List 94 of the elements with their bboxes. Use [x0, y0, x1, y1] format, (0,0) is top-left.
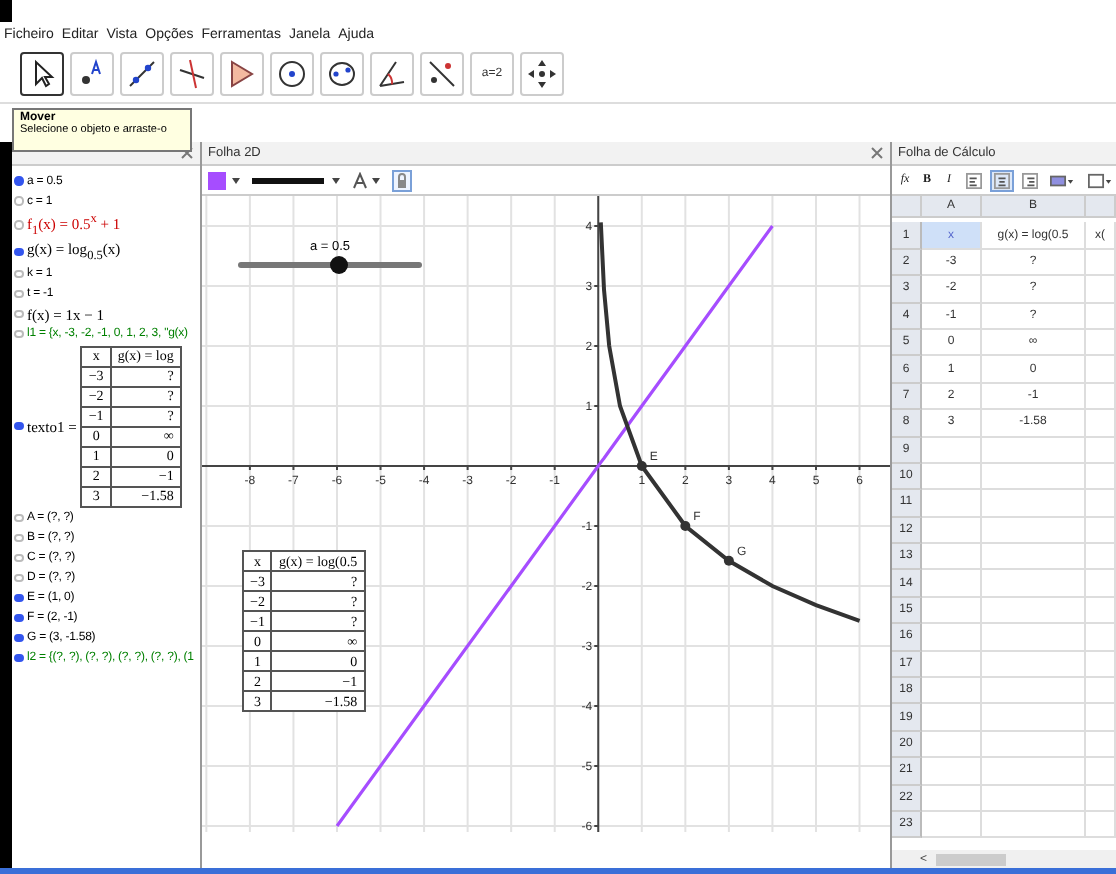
tool-button[interactable] — [20, 52, 64, 96]
spreadsheet-cell[interactable] — [1086, 624, 1116, 652]
visibility-toggle[interactable] — [14, 220, 23, 230]
spreadsheet-cell[interactable] — [982, 437, 1086, 464]
visibility-toggle[interactable] — [14, 329, 23, 339]
spreadsheet-cell[interactable] — [922, 704, 982, 732]
spreadsheet-cell[interactable] — [982, 731, 1086, 759]
align-right-button[interactable] — [1018, 169, 1043, 191]
perpendicular-lines-icon — [176, 58, 208, 90]
spreadsheet-cell[interactable] — [922, 463, 982, 491]
scrollbar-thumb[interactable] — [935, 853, 1006, 865]
spreadsheet-cell[interactable] — [1086, 383, 1116, 411]
visibility-toggle[interactable] — [14, 633, 23, 643]
spreadsheet-cell[interactable] — [982, 758, 1086, 786]
spreadsheet-cell[interactable] — [982, 570, 1086, 598]
spreadsheet-cell[interactable] — [922, 731, 982, 759]
spreadsheet-cell[interactable] — [1086, 758, 1116, 786]
spreadsheet-cell[interactable] — [1086, 704, 1116, 732]
corner-header[interactable] — [892, 196, 922, 218]
spreadsheet-cell[interactable] — [1086, 678, 1116, 705]
spreadsheet-cell[interactable] — [922, 570, 982, 598]
spreadsheet-cell[interactable] — [1086, 437, 1116, 464]
visibility-toggle[interactable] — [14, 176, 23, 186]
spreadsheet-cell[interactable] — [982, 678, 1086, 705]
visibility-toggle[interactable] — [14, 573, 23, 583]
label-style-icon[interactable] — [352, 171, 384, 189]
spreadsheet-cell[interactable] — [1086, 329, 1116, 357]
angle-icon — [376, 58, 408, 90]
point-marker[interactable] — [723, 555, 734, 566]
spreadsheet-cell[interactable] — [1086, 490, 1116, 518]
spreadsheet-cell[interactable] — [1086, 570, 1116, 598]
slider[interactable] — [238, 262, 422, 268]
border-button[interactable] — [1083, 169, 1116, 191]
ellipse-icon — [326, 58, 358, 90]
close-icon[interactable] — [870, 146, 884, 160]
reflect-line-icon — [426, 58, 458, 90]
spreadsheet-cell[interactable] — [1086, 651, 1116, 679]
visibility-toggle[interactable] — [14, 533, 23, 543]
spreadsheet-cell[interactable] — [982, 517, 1086, 545]
spreadsheet-cell[interactable] — [982, 597, 1086, 625]
visibility-toggle[interactable] — [14, 421, 23, 431]
visibility-toggle[interactable] — [14, 653, 23, 663]
point-marker[interactable] — [680, 521, 691, 531]
point-marker[interactable] — [636, 461, 647, 471]
visibility-toggle[interactable] — [14, 269, 23, 279]
spreadsheet-cell[interactable] — [1086, 597, 1116, 625]
spreadsheet-cell[interactable] — [982, 463, 1086, 491]
align-left-button[interactable] — [962, 169, 987, 191]
spreadsheet-cell[interactable] — [1086, 544, 1116, 571]
spreadsheet-cell[interactable] — [922, 651, 982, 679]
slider-thumb[interactable] — [330, 256, 349, 274]
visibility-toggle[interactable] — [14, 289, 23, 299]
spreadsheet-cell[interactable] — [1086, 303, 1116, 330]
spreadsheet-cell[interactable] — [1086, 249, 1116, 277]
spreadsheet-cell[interactable] — [982, 544, 1086, 571]
visibility-toggle[interactable] — [14, 513, 23, 523]
spreadsheet-cell[interactable] — [982, 785, 1086, 812]
spreadsheet-cell[interactable] — [922, 624, 982, 652]
spreadsheet-cell[interactable] — [922, 785, 982, 812]
spreadsheet-cell[interactable] — [1086, 410, 1116, 438]
spreadsheet-cell[interactable] — [1086, 785, 1116, 812]
spreadsheet-cell[interactable] — [982, 651, 1086, 679]
move-arrows-icon — [526, 58, 558, 90]
color-picker-icon[interactable] — [208, 171, 244, 189]
spreadsheet-cell[interactable] — [922, 678, 982, 705]
spreadsheet-cell[interactable] — [1086, 276, 1116, 304]
visibility-toggle[interactable] — [14, 613, 23, 623]
lock-icon[interactable] — [392, 169, 412, 191]
line-icon — [126, 58, 158, 90]
align-center-button[interactable] — [990, 169, 1015, 191]
spreadsheet-cell[interactable] — [982, 624, 1086, 652]
spreadsheet-cell[interactable] — [982, 811, 1086, 839]
spreadsheet-cell[interactable] — [922, 758, 982, 786]
spreadsheet-cell[interactable] — [1086, 463, 1116, 491]
visibility-toggle[interactable] — [14, 553, 23, 563]
spreadsheet-cell[interactable] — [922, 517, 982, 545]
triangle-icon — [226, 58, 258, 90]
spreadsheet-cell[interactable] — [1086, 517, 1116, 545]
circle-icon — [276, 58, 308, 90]
visibility-toggle[interactable] — [14, 593, 23, 603]
spreadsheet-cell[interactable] — [1086, 356, 1116, 384]
close-icon[interactable] — [180, 146, 194, 160]
spreadsheet-cell[interactable] — [922, 597, 982, 625]
spreadsheet-cell[interactable] — [922, 437, 982, 464]
spreadsheet-cell[interactable] — [982, 490, 1086, 518]
visibility-toggle[interactable] — [14, 247, 23, 256]
spreadsheet-cell[interactable] — [922, 811, 982, 839]
spreadsheet-cell[interactable] — [1086, 811, 1116, 839]
spreadsheet-cell[interactable] — [922, 544, 982, 571]
visibility-toggle[interactable] — [14, 196, 23, 206]
visibility-toggle[interactable] — [14, 309, 23, 319]
spreadsheet-cell[interactable] — [982, 704, 1086, 732]
spreadsheet-cell[interactable] — [1086, 731, 1116, 759]
spreadsheet-cell[interactable] — [922, 490, 982, 518]
